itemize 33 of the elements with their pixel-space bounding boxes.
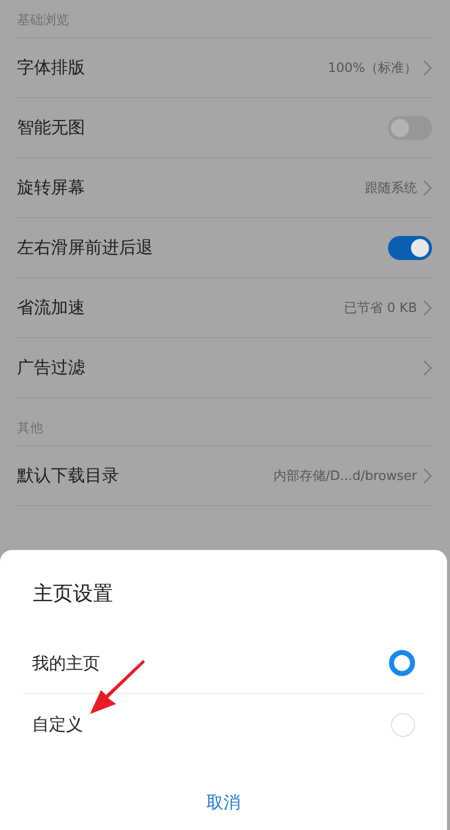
chevron-right-icon xyxy=(423,468,432,484)
row-value: 100%（标准） xyxy=(328,60,417,76)
settings-row[interactable]: 智能无图 xyxy=(17,98,432,158)
chevron-right-icon xyxy=(423,360,432,376)
row-label: 广告过滤 xyxy=(17,357,85,379)
settings-row[interactable]: 左右滑屏前进后退 xyxy=(17,218,432,278)
row-label: 左右滑屏前进后退 xyxy=(17,237,153,259)
settings-row[interactable]: 广告过滤 xyxy=(17,338,432,398)
cancel-button[interactable]: 取消 xyxy=(194,787,252,818)
dialog-title: 主页设置 xyxy=(33,580,114,607)
toggle-switch[interactable] xyxy=(388,116,432,140)
row-value: 已节省 0 KB xyxy=(344,300,417,316)
toggle-switch[interactable] xyxy=(388,236,432,260)
chevron-right-icon xyxy=(423,180,432,196)
row-label: 默认下载目录 xyxy=(17,465,119,487)
section-header: 其他 xyxy=(17,420,43,437)
row-label: 旋转屏幕 xyxy=(17,177,85,199)
row-value: 跟随系统 xyxy=(365,180,417,196)
chevron-right-icon xyxy=(423,60,432,76)
option-label: 自定义 xyxy=(32,714,83,736)
settings-row[interactable]: 省流加速 已节省 0 KB xyxy=(17,278,432,338)
settings-row[interactable]: 字体排版 100%（标准） xyxy=(17,38,432,98)
row-value: 内部存储/D...d/browser xyxy=(274,468,417,484)
radio-button[interactable] xyxy=(389,650,415,676)
row-label: 智能无图 xyxy=(17,117,85,139)
row-label: 省流加速 xyxy=(17,297,85,319)
option-label: 我的主页 xyxy=(32,652,100,674)
chevron-right-icon xyxy=(423,300,432,316)
radio-option[interactable]: 自定义 xyxy=(22,694,425,755)
settings-row[interactable]: 旋转屏幕 跟随系统 xyxy=(17,158,432,218)
section-header: 基础浏览 xyxy=(17,12,69,29)
settings-row[interactable]: 默认下载目录 内部存储/D...d/browser xyxy=(17,446,432,506)
row-label: 字体排版 xyxy=(17,57,85,79)
